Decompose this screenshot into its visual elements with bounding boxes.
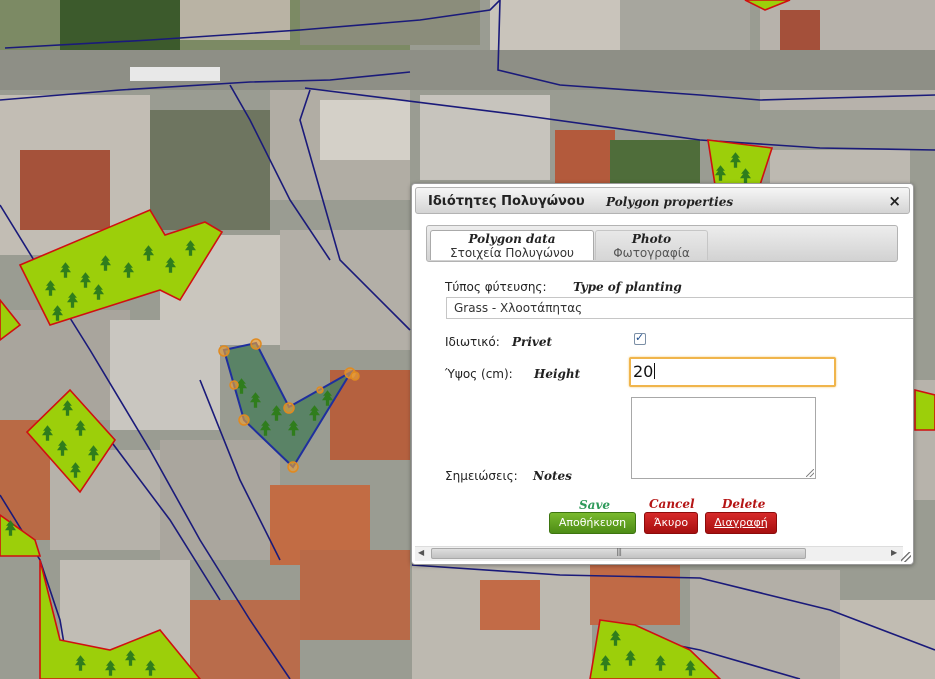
- height-annotation: Height: [534, 367, 581, 381]
- private-label: Ιδιωτικό:: [445, 335, 500, 349]
- cancel-annotation: Cancel: [649, 497, 695, 511]
- planting-type-annotation: Type of planting: [573, 280, 682, 294]
- arrow-left-icon[interactable]: ◀: [418, 548, 424, 557]
- private-checkbox[interactable]: ✓: [634, 331, 646, 345]
- planting-type-label: Τύπος φύτευσης:: [445, 280, 547, 294]
- dialog-title: Ιδιότητες Πολυγώνου: [428, 194, 585, 209]
- polygon-properties-dialog: Ιδιότητες Πολυγώνου Polygon properties ×…: [411, 183, 914, 565]
- cancel-button[interactable]: Άκυρο: [644, 512, 698, 534]
- close-icon[interactable]: ×: [888, 192, 901, 210]
- arrow-right-icon[interactable]: ▶: [891, 548, 897, 557]
- notes-annotation: Notes: [533, 469, 572, 483]
- tab-photo[interactable]: Photo Φωτογραφία: [595, 230, 708, 260]
- horizontal-scrollbar[interactable]: ◀ ||| ▶: [415, 546, 903, 561]
- height-input[interactable]: 20: [629, 357, 836, 387]
- tab-annotation: Photo: [631, 232, 672, 246]
- tab-label: Φωτογραφία: [613, 246, 690, 260]
- tab-bar: Polygon data Στοιχεία Πολυγώνου Photo Φω…: [426, 225, 898, 262]
- height-input-value: 20: [633, 362, 654, 381]
- resize-grip-icon[interactable]: [901, 552, 911, 562]
- tab-label: Στοιχεία Πολυγώνου: [450, 246, 574, 260]
- checkbox-checked-icon: ✓: [635, 331, 645, 344]
- delete-button[interactable]: Διαγραφή: [705, 512, 777, 534]
- delete-annotation: Delete: [722, 497, 766, 511]
- height-label: Ύψος (cm):: [445, 367, 513, 381]
- tab-polygon-data[interactable]: Polygon data Στοιχεία Πολυγώνου: [430, 230, 594, 260]
- private-annotation: Privet: [512, 335, 553, 349]
- dialog-titlebar[interactable]: Ιδιότητες Πολυγώνου Polygon properties ×: [415, 187, 910, 214]
- grip-icon: |||: [616, 547, 622, 556]
- save-annotation: Save: [579, 498, 611, 512]
- tab-annotation: Polygon data: [468, 232, 556, 246]
- notes-textarea[interactable]: [631, 397, 816, 479]
- textarea-resize-icon[interactable]: [806, 469, 814, 477]
- scrollbar-thumb[interactable]: |||: [431, 547, 806, 559]
- planting-type-select[interactable]: Grass - Χλοοτάπητας: [446, 297, 913, 319]
- notes-label: Σημειώσεις:: [445, 469, 518, 483]
- dialog-title-annotation: Polygon properties: [606, 195, 734, 209]
- save-button[interactable]: Αποθήκευση: [549, 512, 636, 534]
- text-caret: [654, 363, 656, 379]
